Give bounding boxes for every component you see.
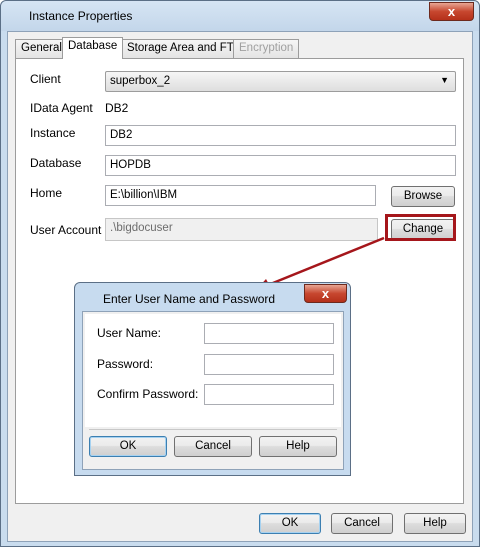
dialog-close-button[interactable]: x <box>304 284 347 303</box>
credentials-dialog-title: Enter User Name and Password <box>103 292 276 306</box>
tab-database[interactable]: Database <box>62 37 124 59</box>
password-field[interactable] <box>204 354 334 375</box>
user-name-field[interactable] <box>204 323 334 344</box>
callout-arrow-line <box>267 236 385 287</box>
confirm-password-field[interactable] <box>204 384 334 405</box>
dialog-help-button[interactable]: Help <box>259 436 337 457</box>
confirm-password-label: Confirm Password: <box>97 387 199 401</box>
credentials-dialog: Enter User Name and Password x User Name… <box>74 282 351 476</box>
dialog-separator <box>89 429 337 430</box>
dialog-cancel-button[interactable]: Cancel <box>174 436 252 457</box>
credentials-dialog-body: User Name: Password: Confirm Password: O… <box>82 311 344 470</box>
credentials-panel: User Name: Password: Confirm Password: <box>85 314 341 427</box>
user-name-label: User Name: <box>97 326 162 340</box>
dialog-ok-button[interactable]: OK <box>89 436 167 457</box>
password-label: Password: <box>97 357 154 371</box>
